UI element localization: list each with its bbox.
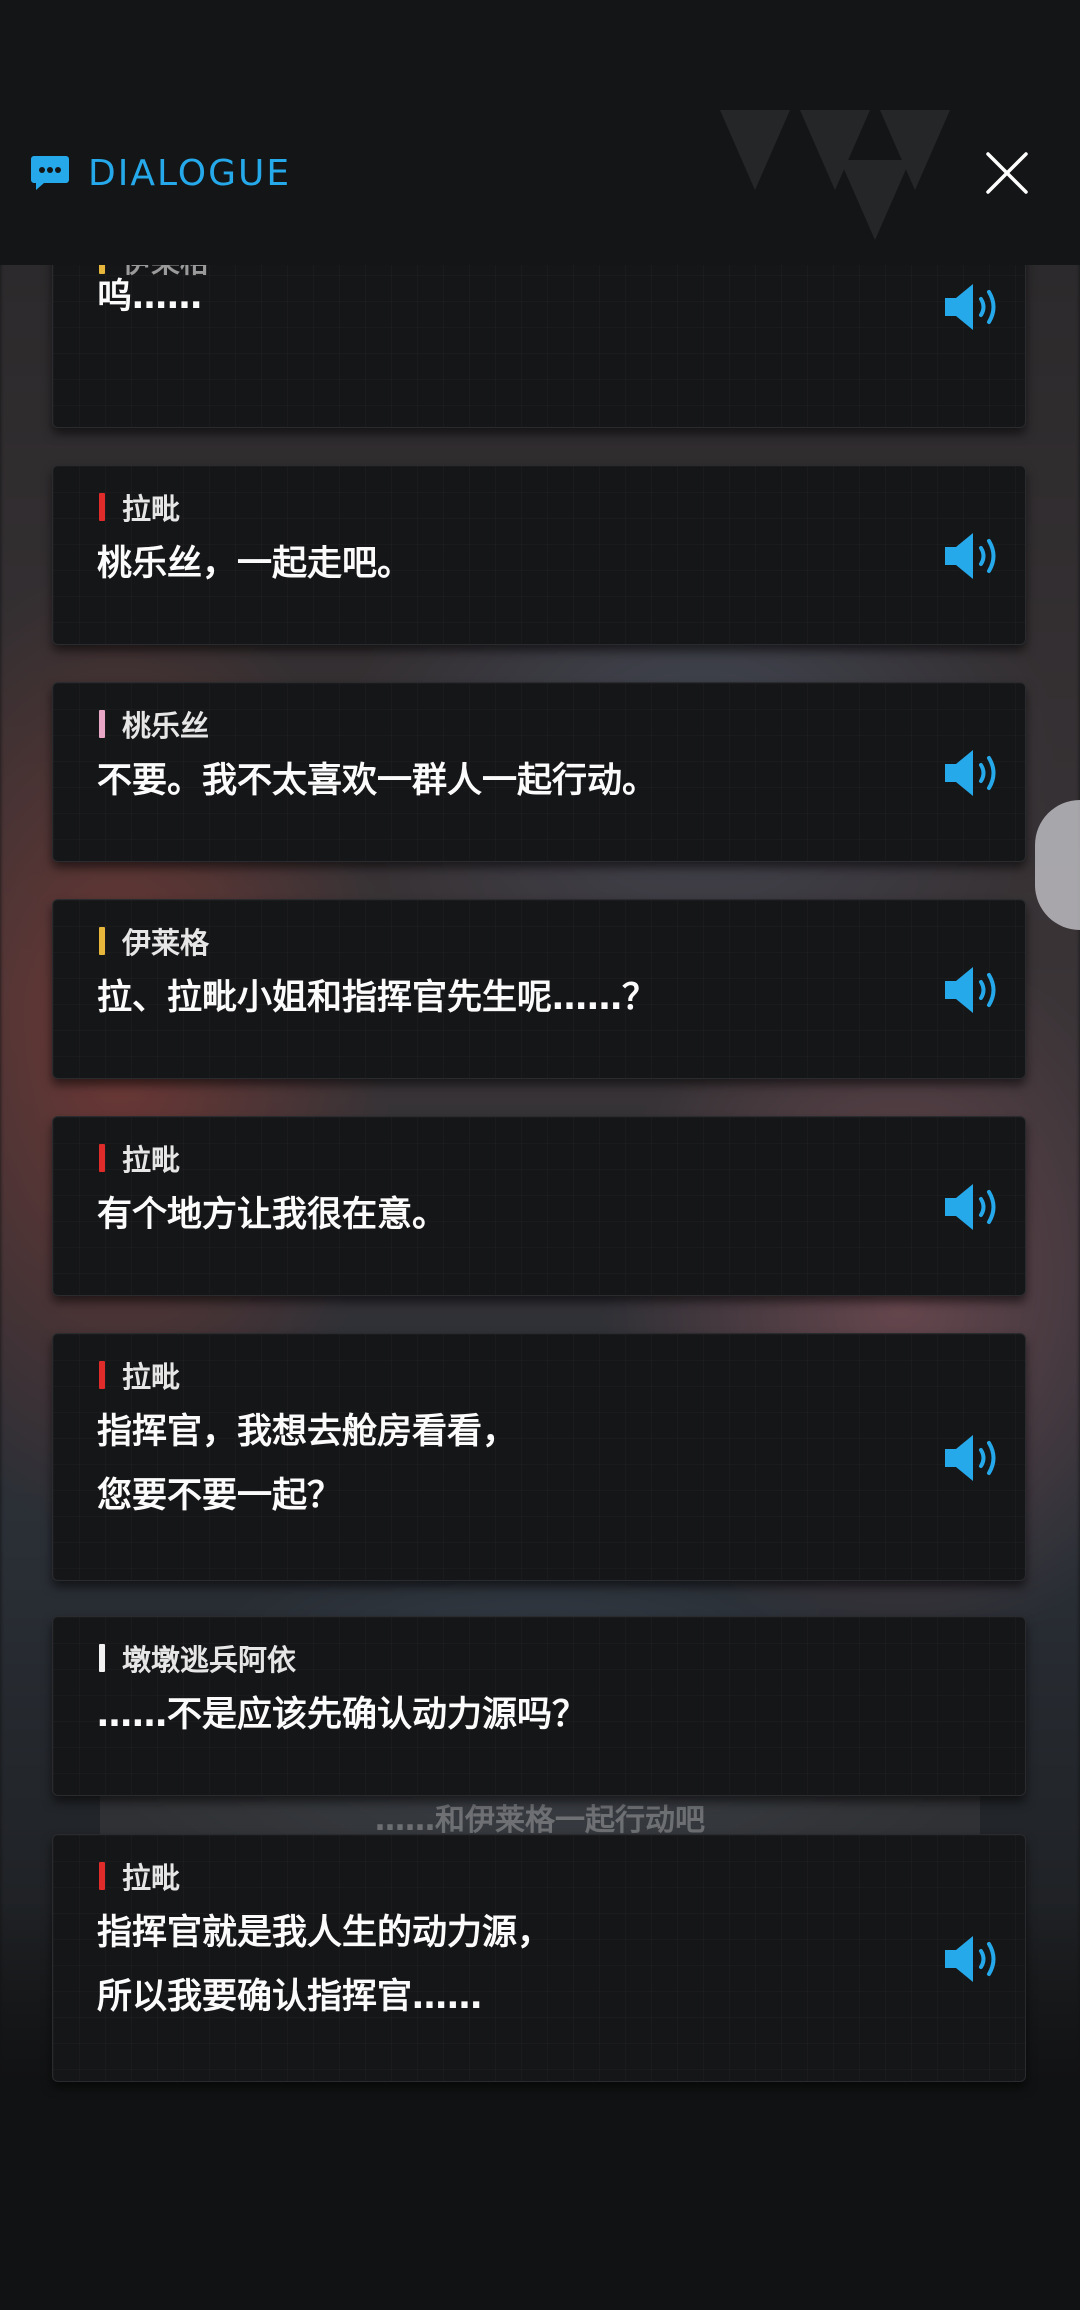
dialogue-line: 拉、拉毗小姐和指挥官先生呢……？ bbox=[97, 978, 658, 1018]
speaker-color-bar bbox=[99, 493, 105, 521]
speaker-volume-icon[interactable] bbox=[943, 747, 1005, 799]
speaker-volume-icon[interactable] bbox=[943, 1432, 1005, 1484]
decorative-triangles bbox=[720, 110, 950, 240]
speaker-name: 拉毗 bbox=[122, 1360, 181, 1394]
speaker-volume-icon[interactable] bbox=[943, 1933, 1005, 1985]
speaker-row: 拉毗 bbox=[99, 1859, 180, 1895]
speaker-name: 墩墩逃兵阿依 bbox=[122, 1643, 297, 1677]
dialogue-line: 所以我要确认指挥官…… bbox=[97, 1977, 483, 2017]
dialogue-card: 墩墩逃兵阿依 ……不是应该先确认动力源吗？ bbox=[52, 1616, 1026, 1796]
speaker-row: 拉毗 bbox=[99, 1358, 180, 1394]
speaker-name: 拉毗 bbox=[122, 1143, 181, 1177]
dialogue-card: 桃乐丝不要。我不太喜欢一群人一起行动。 bbox=[52, 682, 1026, 862]
dialogue-card: 拉毗指挥官，我想去舱房看看， 您要不要一起？ bbox=[52, 1333, 1026, 1581]
dialogue-line: 您要不要一起？ bbox=[97, 1476, 343, 1516]
dialogue-card: 拉毗有个地方让我很在意。 bbox=[52, 1116, 1026, 1296]
speaker-row: 墩墩逃兵阿依 bbox=[99, 1641, 296, 1677]
speaker-volume-icon[interactable] bbox=[943, 1181, 1005, 1233]
speaker-color-bar bbox=[99, 1644, 105, 1672]
speaker-volume-icon[interactable] bbox=[943, 281, 1005, 333]
dialogue-line: 指挥官就是我人生的动力源， bbox=[97, 1913, 553, 1953]
speaker-name: 桃乐丝 bbox=[122, 709, 210, 743]
dialogue-header: DIALOGUE bbox=[0, 0, 1080, 265]
header-title-group: DIALOGUE bbox=[30, 150, 291, 196]
dialogue-card: 拉毗指挥官就是我人生的动力源， 所以我要确认指挥官…… bbox=[52, 1834, 1026, 2082]
speaker-color-bar bbox=[99, 710, 105, 738]
close-icon[interactable] bbox=[982, 148, 1032, 198]
dialogue-line: 有个地方让我很在意。 bbox=[97, 1195, 448, 1235]
chat-bubble-icon bbox=[31, 156, 69, 190]
dialogue-line: ……不是应该先确认动力源吗？ bbox=[97, 1695, 588, 1735]
dialogue-line: 呜…… bbox=[97, 277, 203, 317]
dialogue-line: 桃乐丝，一起走吧。 bbox=[97, 544, 413, 584]
speaker-name: 拉毗 bbox=[122, 492, 181, 526]
speaker-row: 拉毗 bbox=[99, 1141, 180, 1177]
dialogue-card: 拉毗桃乐丝，一起走吧。 bbox=[52, 465, 1026, 645]
speaker-name: 伊莱格 bbox=[122, 926, 210, 960]
speaker-color-bar bbox=[99, 1361, 105, 1389]
speaker-color-bar bbox=[99, 927, 105, 955]
speaker-volume-icon[interactable] bbox=[943, 530, 1005, 582]
speaker-row: 拉毗 bbox=[99, 490, 180, 526]
dialogue-line: 不要。我不太喜欢一群人一起行动。 bbox=[97, 761, 658, 801]
dialogue-card: 伊莱格拉、拉毗小姐和指挥官先生呢……？ bbox=[52, 899, 1026, 1079]
speaker-volume-icon[interactable] bbox=[943, 964, 1005, 1016]
dialogue-card: 伊莱格呜…… bbox=[52, 245, 1026, 428]
speaker-row: 伊莱格 bbox=[99, 924, 209, 960]
speaker-row: 桃乐丝 bbox=[99, 707, 209, 743]
page-title: DIALOGUE bbox=[88, 152, 292, 194]
dialogue-line: 指挥官，我想去舱房看看， bbox=[97, 1412, 518, 1452]
speaker-color-bar bbox=[99, 1144, 105, 1172]
speaker-name: 拉毗 bbox=[122, 1861, 181, 1895]
speaker-color-bar bbox=[99, 1862, 105, 1890]
